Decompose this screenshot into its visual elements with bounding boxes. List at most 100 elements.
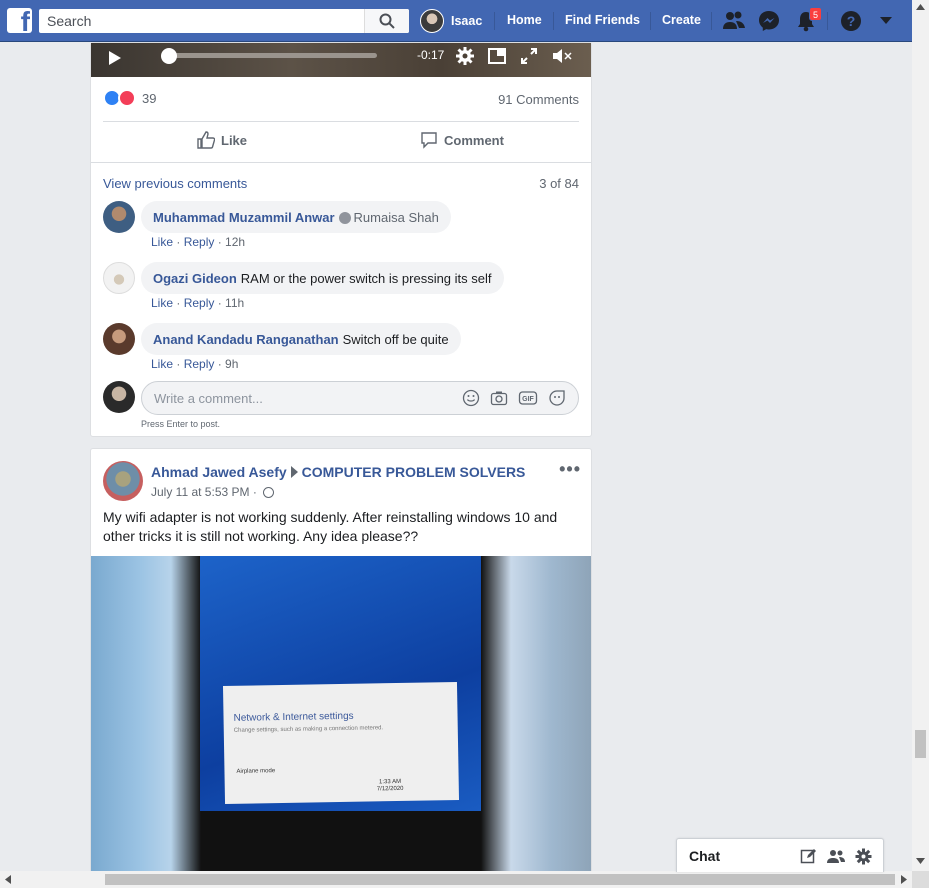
comment-input[interactable] bbox=[154, 382, 444, 414]
photo-panel-subtitle: Change settings, such as making a connec… bbox=[233, 725, 384, 734]
search-button[interactable] bbox=[364, 9, 409, 33]
reactions-summary[interactable]: 39 bbox=[103, 89, 156, 107]
comment-count-link[interactable]: 91 Comments bbox=[498, 92, 579, 107]
post-timestamp[interactable]: July 11 at 5:53 PM bbox=[151, 485, 250, 499]
profile-name: Isaac bbox=[451, 14, 483, 28]
create-group-icon[interactable] bbox=[827, 848, 845, 865]
avatar bbox=[103, 381, 135, 413]
comment-time[interactable]: 11h bbox=[225, 296, 244, 310]
comment-actions: Like · Reply · 9h bbox=[151, 357, 239, 371]
video-settings-gear-icon[interactable] bbox=[455, 46, 475, 66]
comment-button[interactable]: Comment bbox=[420, 131, 504, 149]
facebook-logo-icon[interactable]: f bbox=[7, 8, 32, 33]
comment-text: Switch off be quite bbox=[342, 331, 449, 347]
avatar[interactable] bbox=[103, 201, 135, 233]
camera-icon[interactable] bbox=[490, 389, 508, 407]
comment-author[interactable]: Anand Kandadu Ranganathan bbox=[153, 332, 339, 347]
post-photo[interactable]: Network & Internet settings Change setti… bbox=[91, 556, 591, 872]
speech-bubble-icon bbox=[421, 132, 437, 149]
messenger-icon[interactable] bbox=[758, 10, 780, 32]
comment-reply-link[interactable]: Reply bbox=[184, 357, 215, 371]
avatar[interactable] bbox=[103, 262, 135, 294]
comment-like-link[interactable]: Like bbox=[151, 235, 173, 249]
top-navigation-bar: f Isaac Home Find Friends Create 5 ? bbox=[0, 0, 912, 42]
comment-author[interactable]: Ogazi Gideon bbox=[153, 271, 237, 286]
comment-actions: Like · Reply · 12h bbox=[151, 235, 246, 249]
home-link[interactable]: Home bbox=[507, 13, 542, 27]
horizontal-scroll-thumb[interactable] bbox=[105, 874, 895, 885]
post-author-name[interactable]: Ahmad Jawed Asefy bbox=[151, 464, 287, 480]
video-scrubber-handle[interactable] bbox=[161, 48, 177, 64]
video-progress-track[interactable] bbox=[163, 53, 377, 58]
photo-clock-date: 7/12/2020 bbox=[376, 785, 404, 793]
post-group-name[interactable]: COMPUTER PROBLEM SOLVERS bbox=[302, 464, 526, 480]
play-icon[interactable] bbox=[107, 48, 123, 68]
sticker-icon[interactable] bbox=[548, 389, 566, 407]
divider bbox=[103, 121, 579, 122]
comment-actions: Like · Reply · 11h bbox=[151, 296, 245, 310]
audience-globe-icon[interactable] bbox=[263, 487, 275, 498]
comment-time[interactable]: 12h bbox=[225, 235, 245, 249]
vertical-scroll-thumb[interactable] bbox=[915, 730, 926, 758]
search-box bbox=[39, 9, 409, 33]
video-player-controls: -0:17 bbox=[91, 43, 591, 77]
vertical-scrollbar[interactable] bbox=[912, 0, 929, 871]
like-button[interactable]: Like bbox=[197, 131, 247, 149]
avatar[interactable] bbox=[103, 323, 135, 355]
scroll-down-arrow-icon[interactable] bbox=[916, 858, 925, 864]
comment-reply-link[interactable]: Reply bbox=[184, 235, 215, 249]
tagged-name[interactable]: Rumaisa Shah bbox=[354, 210, 439, 225]
comment-author[interactable]: Muhammad Muzammil Anwar bbox=[153, 210, 335, 225]
friend-requests-icon[interactable] bbox=[722, 10, 746, 32]
avatar[interactable] bbox=[103, 461, 143, 501]
new-message-compose-icon[interactable] bbox=[800, 848, 817, 865]
profile-link[interactable]: Isaac bbox=[420, 8, 482, 34]
notification-badge: 5 bbox=[809, 7, 822, 21]
comment-like-link[interactable]: Like bbox=[151, 357, 173, 371]
video-post-card: -0:17 39 91 Comments Like Comment View p… bbox=[90, 42, 592, 437]
post-timestamp-line: July 11 at 5:53 PM · bbox=[151, 485, 275, 499]
logo-letter: f bbox=[20, 8, 30, 33]
find-friends-link[interactable]: Find Friends bbox=[565, 13, 640, 27]
write-comment-row: GIF bbox=[103, 381, 579, 417]
post-options-more-icon[interactable]: ••• bbox=[559, 459, 581, 480]
comment-button-label: Comment bbox=[444, 132, 504, 148]
verified-check-icon bbox=[338, 212, 351, 224]
chat-label: Chat bbox=[689, 848, 721, 864]
gif-icon[interactable]: GIF bbox=[518, 389, 538, 407]
search-input[interactable] bbox=[39, 9, 365, 33]
help-icon[interactable]: ? bbox=[840, 10, 862, 32]
comment-time[interactable]: 9h bbox=[225, 357, 238, 371]
create-link[interactable]: Create bbox=[662, 13, 701, 27]
nav-divider bbox=[827, 12, 828, 30]
picture-in-picture-icon[interactable] bbox=[487, 46, 507, 66]
avatar bbox=[420, 9, 444, 33]
chat-bar[interactable]: Chat bbox=[676, 838, 884, 872]
mute-volume-icon[interactable] bbox=[551, 46, 573, 66]
svg-text:?: ? bbox=[847, 13, 856, 29]
chat-settings-gear-icon[interactable] bbox=[855, 848, 872, 865]
comment-reply-link[interactable]: Reply bbox=[184, 296, 215, 310]
group-post-card: Ahmad Jawed Asefy COMPUTER PROBLEM SOLVER… bbox=[90, 448, 592, 878]
photo-settings-panel: Network & Internet settings Change setti… bbox=[222, 681, 460, 805]
photo-clock: 1:33 AM 7/12/2020 bbox=[377, 779, 404, 793]
press-enter-hint: Press Enter to post. bbox=[141, 419, 221, 429]
account-menu-chevron-down-icon[interactable] bbox=[879, 16, 893, 26]
scrollbar-corner bbox=[912, 871, 929, 888]
view-previous-comments-link[interactable]: View previous comments bbox=[103, 176, 247, 191]
post-text: My wifi adapter is not working suddenly.… bbox=[103, 509, 558, 544]
arrow-right-icon bbox=[290, 466, 298, 478]
scroll-left-arrow-icon[interactable] bbox=[5, 875, 11, 884]
horizontal-scrollbar[interactable] bbox=[0, 871, 912, 888]
fullscreen-icon[interactable] bbox=[519, 46, 539, 66]
scroll-up-arrow-icon[interactable] bbox=[916, 4, 925, 10]
photo-panel-title: Network & Internet settings bbox=[233, 710, 354, 724]
scroll-right-arrow-icon[interactable] bbox=[901, 875, 907, 884]
search-icon bbox=[379, 13, 395, 29]
comment-like-link[interactable]: Like bbox=[151, 296, 173, 310]
emoji-icon[interactable] bbox=[462, 389, 480, 407]
video-time-remaining: -0:17 bbox=[417, 48, 445, 62]
comments-position: 3 of 84 bbox=[539, 176, 579, 191]
svg-text:GIF: GIF bbox=[522, 396, 534, 403]
nav-divider bbox=[650, 12, 651, 30]
